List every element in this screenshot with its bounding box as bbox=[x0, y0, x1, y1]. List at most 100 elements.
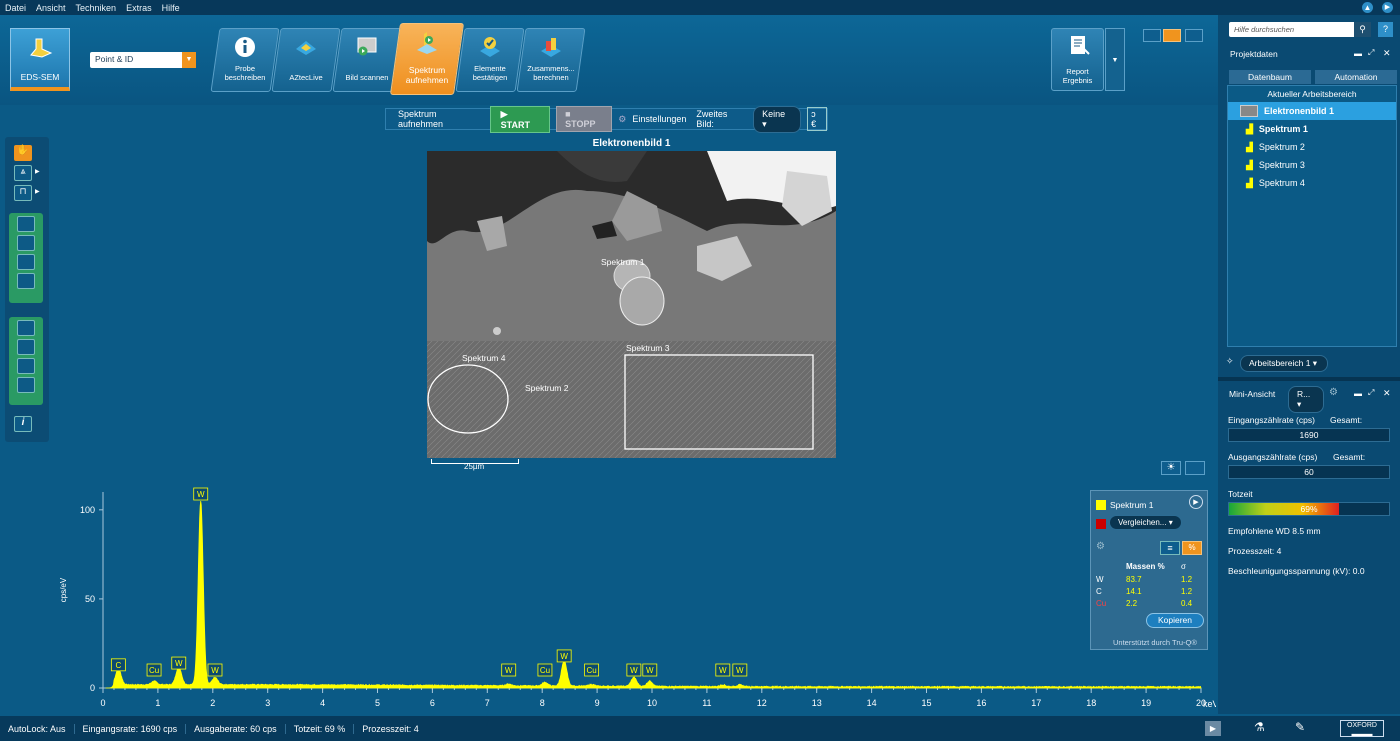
element-label: Cu bbox=[586, 666, 596, 675]
eds-sem-button[interactable]: EDS-SEM bbox=[10, 28, 70, 91]
spectrum-label[interactable]: Spektrum 3 bbox=[626, 343, 670, 353]
workspace-dropdown[interactable]: Arbeitsbereich 1 ▾ bbox=[1240, 355, 1328, 372]
second-image-dropdown[interactable]: Keine ▾ bbox=[753, 105, 802, 133]
step-label: Elemente bestätigen bbox=[472, 64, 508, 82]
layout-split-button[interactable] bbox=[1163, 29, 1181, 42]
spectrum-area[interactable]: 0 1 2 3 4 5 6 7 8 9 10 11 12 13 14 15 16 17 18 19 20 0 50 100 cp… bbox=[52, 482, 1219, 714]
layout-spectrum-button[interactable] bbox=[1185, 29, 1203, 42]
mode-dropdown[interactable]: Point & ID ▼ bbox=[90, 52, 196, 68]
minimize-icon[interactable]: ▬ bbox=[1354, 49, 1362, 58]
electron-image[interactable]: Spektrum 1 Spektrum 2 Spektrum 3 Spektru… bbox=[427, 151, 836, 458]
chevron-right-icon[interactable]: ▶ bbox=[35, 168, 40, 175]
report-button[interactable]: Report Ergebnis bbox=[1051, 28, 1104, 91]
play-icon[interactable]: ▶ bbox=[1382, 2, 1393, 13]
measure-tool[interactable]: ⊓ bbox=[14, 185, 32, 201]
x-tick-label: 10 bbox=[647, 698, 657, 708]
mass-value: 2.2 bbox=[1126, 599, 1138, 608]
menu-hilfe[interactable]: Hilfe bbox=[157, 3, 185, 13]
search-placeholder: Hilfe durchsuchen bbox=[1234, 25, 1295, 34]
accel-voltage-text: Beschleunigungsspannung (kV): 0.0 bbox=[1228, 566, 1365, 576]
tree-item-spektrum-4[interactable]: ▟ Spektrum 4 bbox=[1228, 174, 1396, 192]
x-tick-label: 16 bbox=[976, 698, 986, 708]
brightness-icon[interactable]: ☀ bbox=[1161, 461, 1181, 475]
line-ellipse-tool[interactable] bbox=[17, 358, 35, 374]
select-tool[interactable]: ⩓ bbox=[14, 165, 32, 181]
line-tool[interactable] bbox=[17, 320, 35, 336]
step-zusammensetzung-berechnen[interactable]: Zusammens... berechnen bbox=[516, 28, 586, 92]
gear-icon[interactable]: ⚙ bbox=[1096, 541, 1105, 552]
mini-view-dropdown[interactable]: R... ▾ bbox=[1288, 386, 1324, 413]
tree-item-spektrum-1[interactable]: ▟ Spektrum 1 bbox=[1228, 120, 1396, 138]
menu-techniken[interactable]: Techniken bbox=[71, 3, 122, 13]
curve-icon[interactable] bbox=[1185, 461, 1205, 475]
minimize-icon[interactable]: ▬ bbox=[1354, 389, 1362, 398]
ellipse-tool[interactable] bbox=[17, 254, 35, 270]
expand-icon[interactable]: ⤢ bbox=[1368, 48, 1374, 58]
rectangle-tool[interactable] bbox=[17, 235, 35, 251]
status-output-rate: Ausgaberate: 60 cps bbox=[186, 723, 286, 734]
line-rect-tool[interactable] bbox=[17, 339, 35, 355]
toggle-icon[interactable]: ͻ € bbox=[807, 107, 828, 131]
settings-link[interactable]: Einstellungen bbox=[632, 114, 686, 124]
close-icon[interactable]: ✕ bbox=[1383, 48, 1391, 59]
pan-hand-tool[interactable]: ✋ bbox=[14, 145, 32, 161]
play-icon[interactable]: ▶ bbox=[1205, 721, 1221, 736]
step-probe-beschreiben[interactable]: Probe beschreiben bbox=[210, 28, 280, 92]
step-spektrum-aufnehmen[interactable]: Spektrum aufnehmen bbox=[389, 23, 465, 95]
step-elemente-bestaetigen[interactable]: Elemente bestätigen bbox=[455, 28, 525, 92]
spectrum-label[interactable]: Spektrum 2 bbox=[525, 383, 569, 393]
x-axis-label: keV bbox=[1203, 699, 1216, 709]
start-button[interactable]: ▶ START bbox=[489, 105, 551, 133]
gear-icon[interactable]: ⚙ bbox=[618, 114, 626, 125]
dead-time-value: 69% bbox=[1300, 504, 1318, 514]
probe-icon[interactable]: ✎ bbox=[1295, 720, 1305, 734]
element-label: W bbox=[175, 659, 183, 668]
sem-column-icon[interactable]: ⚗ bbox=[1254, 720, 1265, 734]
element-label: W bbox=[211, 666, 219, 675]
report-dropdown[interactable]: ▼ bbox=[1105, 28, 1125, 91]
panel-divider bbox=[1218, 377, 1400, 381]
percent-button[interactable]: % bbox=[1182, 541, 1202, 555]
search-icon[interactable]: ⚲ bbox=[1354, 22, 1371, 37]
tab-automation[interactable]: Automation bbox=[1315, 70, 1397, 84]
layout-single-button[interactable] bbox=[1143, 29, 1161, 42]
menu-datei[interactable]: Datei bbox=[0, 3, 31, 13]
expand-icon[interactable]: ⤢ bbox=[1368, 388, 1374, 398]
help-search-input[interactable]: Hilfe durchsuchen bbox=[1229, 22, 1370, 37]
spectrum-label[interactable]: Spektrum 1 bbox=[601, 257, 645, 267]
chevron-right-icon[interactable]: ▶ bbox=[35, 188, 40, 195]
add-workspace-icon[interactable]: ✧ bbox=[1226, 356, 1234, 367]
copy-button[interactable]: Kopieren bbox=[1146, 613, 1204, 628]
left-toolbar: ✋ ⩓ ▶ ⊓ ▶ i bbox=[5, 137, 49, 442]
x-tick-label: 13 bbox=[812, 698, 822, 708]
gear-icon[interactable]: ⚙ bbox=[1329, 387, 1338, 398]
tree-label: Elektronenbild 1 bbox=[1264, 106, 1335, 116]
sem-micrograph: Spektrum 1 Spektrum 2 Spektrum 3 Spektru… bbox=[427, 151, 836, 458]
menu-ansicht[interactable]: Ansicht bbox=[31, 3, 71, 13]
point-tool[interactable] bbox=[17, 216, 35, 232]
tree-item-spektrum-3[interactable]: ▟ Spektrum 3 bbox=[1228, 156, 1396, 174]
compare-swatch bbox=[1096, 519, 1106, 529]
compare-dropdown[interactable]: Vergleichen... ▾ bbox=[1109, 515, 1182, 530]
col-mass-header: Massen % bbox=[1126, 562, 1165, 571]
menu-extras[interactable]: Extras bbox=[121, 3, 157, 13]
freehand-tool[interactable] bbox=[17, 273, 35, 289]
element-label: W bbox=[736, 666, 744, 675]
stop-button[interactable]: ■ STOPP bbox=[556, 106, 613, 132]
line-free-tool[interactable] bbox=[17, 377, 35, 393]
sigma-value: 0.4 bbox=[1181, 599, 1193, 608]
close-icon[interactable]: ✕ bbox=[1383, 388, 1391, 399]
step-azteclive[interactable]: AZtecLive bbox=[271, 28, 341, 92]
help-icon[interactable]: ? bbox=[1378, 22, 1393, 37]
tab-datenbaum[interactable]: Datenbaum bbox=[1229, 70, 1311, 84]
tree-item-elektronenbild[interactable]: Elektronenbild 1 bbox=[1228, 102, 1396, 120]
mini-view-value: R... bbox=[1297, 389, 1311, 399]
list-view-button[interactable]: ≡ bbox=[1160, 541, 1180, 555]
x-tick-label: 1 bbox=[155, 698, 160, 708]
upload-icon[interactable]: ▲ bbox=[1362, 2, 1373, 13]
tree-item-spektrum-2[interactable]: ▟ Spektrum 2 bbox=[1228, 138, 1396, 156]
element-label: W bbox=[646, 666, 654, 675]
spectrum-label[interactable]: Spektrum 4 bbox=[462, 353, 506, 363]
play-icon[interactable]: ▶ bbox=[1189, 495, 1203, 509]
info-icon[interactable]: i bbox=[14, 416, 32, 432]
